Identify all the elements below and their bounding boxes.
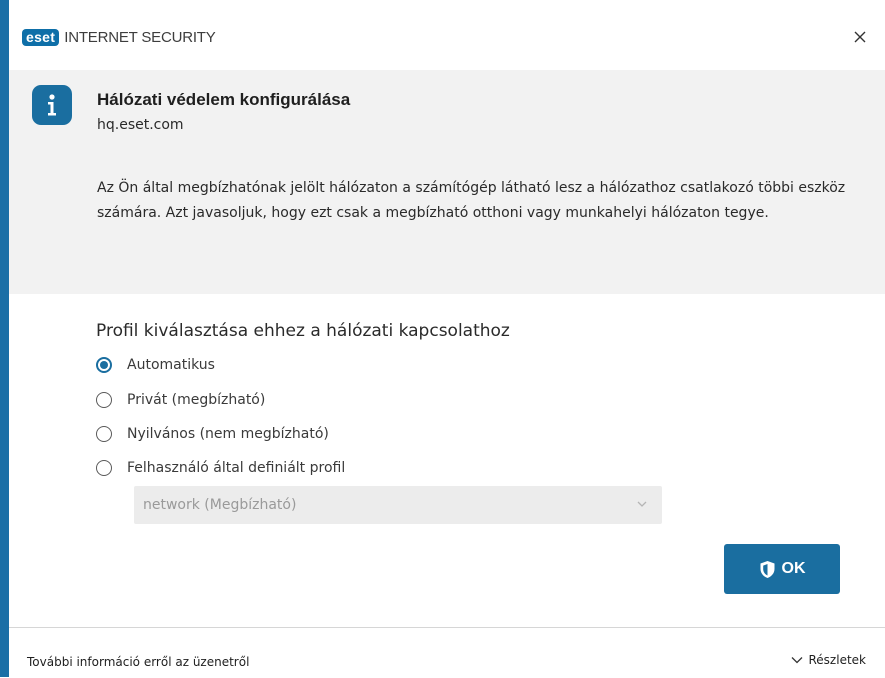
product-name: INTERNET SECURITY (64, 29, 216, 46)
dialog-footer: További információ erről az üzenetről Ré… (9, 627, 885, 678)
radio-label: Privát (megbízható) (127, 392, 266, 408)
radio-private[interactable]: Privát (megbízható) (96, 392, 265, 408)
ok-button[interactable]: OK (724, 544, 840, 594)
dialog-title: Hálózati védelem konfigurálása (97, 90, 351, 109)
details-label: Részletek (808, 653, 867, 667)
radio-button[interactable] (96, 460, 112, 476)
dialog-description: Az Ön által megbízhatónak jelölt hálózat… (97, 180, 846, 221)
user-profile-select[interactable]: network (Megbízható) (134, 486, 662, 524)
radio-label: Nyilvános (nem megbízható) (127, 426, 329, 442)
radio-automatic[interactable]: Automatikus (96, 357, 215, 373)
profile-section-title: Profil kiválasztása ehhez a hálózati kap… (96, 321, 510, 341)
ok-label: OK (781, 560, 806, 577)
chevron-down-icon (637, 501, 647, 507)
profile-section: Profil kiválasztása ehhez a hálózati kap… (9, 294, 885, 627)
dialog-header: Hálózati védelem konfigurálása hq.eset.c… (9, 70, 885, 294)
close-icon (854, 31, 866, 43)
info-icon (32, 85, 72, 125)
window-accent-bar (0, 0, 9, 677)
network-name: hq.eset.com (97, 117, 184, 133)
eset-logo: eset INTERNET SECURITY (22, 29, 216, 46)
radio-label: Felhasználó által definiált profil (127, 460, 346, 476)
more-info-link[interactable]: További információ erről az üzenetről (27, 655, 249, 669)
radio-button[interactable] (96, 426, 112, 442)
details-toggle[interactable]: Részletek (791, 653, 867, 667)
title-bar: eset INTERNET SECURITY (9, 0, 885, 70)
select-value: network (Megbízható) (143, 497, 297, 513)
eset-logo-badge: eset (22, 29, 60, 46)
radio-public[interactable]: Nyilvános (nem megbízható) (96, 426, 329, 442)
radio-user-defined[interactable]: Felhasználó által definiált profil (96, 460, 345, 476)
radio-label: Automatikus (127, 357, 215, 373)
radio-button-checked[interactable] (96, 357, 112, 373)
close-button[interactable] (849, 26, 871, 48)
radio-button[interactable] (96, 392, 112, 408)
shield-icon (760, 560, 774, 578)
chevron-down-icon (791, 657, 802, 664)
